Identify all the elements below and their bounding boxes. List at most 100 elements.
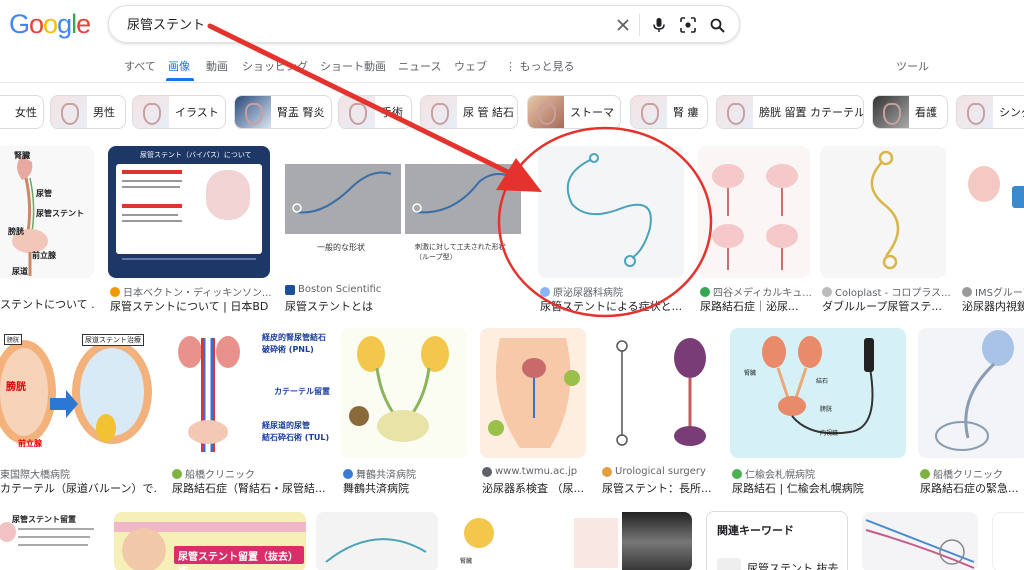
result-thumbnail[interactable] bbox=[918, 328, 1024, 458]
result-source[interactable]: 東国際大橋病院 bbox=[0, 466, 70, 481]
chip-pyelonephritis[interactable]: 腎盂 腎炎 bbox=[234, 95, 332, 129]
result-thumbnail[interactable] bbox=[698, 146, 810, 278]
result-source[interactable]: 四谷メディカルキュ... bbox=[700, 284, 812, 299]
tab-images[interactable]: 画像 bbox=[168, 58, 190, 74]
image-result[interactable]: 船橋クリニック 尿路結石症の緊急... bbox=[918, 328, 1024, 498]
result-source[interactable]: 船橋クリニック bbox=[920, 466, 1003, 481]
tab-short-videos[interactable]: ショート動画 bbox=[320, 58, 386, 74]
tab-videos[interactable]: 動画 bbox=[206, 58, 228, 74]
result-source[interactable]: 日本ベクトン・ディッキンソン... bbox=[110, 284, 272, 299]
image-result[interactable]: 膀胱 尿道ステント治療 膀胱 前立腺 東国際大橋病院 カテーテル（尿道バルーン）… bbox=[0, 328, 156, 498]
image-result[interactable]: 四谷メディカルキュ... 尿路結石症｜泌尿... bbox=[698, 146, 812, 316]
result-title[interactable]: 舞鶴共済病院 bbox=[343, 480, 467, 496]
google-logo[interactable]: Google bbox=[9, 9, 91, 40]
result-thumbnail[interactable] bbox=[480, 328, 586, 458]
image-result[interactable]: 尿管ステント（バイパス）について 日本ベクトン・ディッキンソン... 尿管ステン… bbox=[108, 146, 272, 316]
tab-more[interactable]: ⋮ もっと見る bbox=[505, 58, 575, 74]
result-source[interactable]: 原泌尿器科病院 bbox=[540, 284, 623, 299]
result-title[interactable]: 尿管ステントによる症状と... bbox=[540, 298, 684, 314]
image-result[interactable]: 腎臓 bbox=[452, 512, 558, 570]
result-source[interactable]: IMSグループ bbox=[962, 284, 1024, 299]
image-result[interactable]: Coloplast - コロプラス... ダブルループ尿管ステ... bbox=[820, 146, 951, 316]
result-title[interactable]: 尿管ステント：長所... bbox=[602, 480, 716, 496]
result-thumbnail[interactable] bbox=[600, 328, 716, 458]
tab-shopping[interactable]: ショッピング bbox=[242, 58, 308, 74]
result-thumbnail[interactable] bbox=[538, 146, 684, 278]
result-source[interactable]: 舞鶴共済病院 bbox=[343, 466, 416, 481]
tab-web[interactable]: ウェブ bbox=[454, 58, 487, 74]
chip-single[interactable]: シング bbox=[956, 95, 1024, 129]
result-title[interactable]: ステントについて ... bbox=[0, 296, 94, 312]
result-thumbnail[interactable]: 一般的な形状 刺激に対して工夫された形状（ループ型） bbox=[283, 146, 523, 278]
search-input[interactable]: 尿管ステント bbox=[127, 14, 205, 33]
source-name: 原泌尿器科病院 bbox=[553, 288, 623, 299]
result-source[interactable]: Boston Scientific bbox=[285, 284, 381, 295]
result-thumbnail[interactable] bbox=[960, 146, 1024, 278]
image-result[interactable]: 尿管ステント留置 bbox=[0, 512, 102, 570]
chip-nursing[interactable]: 看護 bbox=[872, 95, 948, 129]
camera-lens-icon[interactable] bbox=[678, 15, 698, 35]
result-title[interactable]: 尿路結石 | 仁楡会札幌病院 bbox=[732, 480, 906, 496]
result-thumbnail[interactable]: 腎臓 bbox=[452, 512, 558, 570]
search-box[interactable]: 尿管ステント bbox=[108, 5, 740, 43]
image-result[interactable]: IMSグループ 泌尿器内視鏡 bbox=[960, 146, 1024, 316]
result-source[interactable]: Coloplast - コロプラス... bbox=[822, 284, 951, 299]
result-thumbnail[interactable] bbox=[316, 512, 438, 570]
result-thumbnail[interactable] bbox=[992, 512, 1024, 570]
result-title[interactable]: 尿路結石症の緊急... bbox=[920, 480, 1024, 496]
result-title[interactable]: 尿管ステントについて | 日本BD bbox=[110, 298, 270, 314]
image-result[interactable]: 腎臓 結石 膀胱 内視鏡 仁楡会札幌病院 尿路結石 | 仁楡会札幌病院 bbox=[730, 328, 906, 498]
result-title[interactable]: 尿路結石症｜泌尿... bbox=[700, 298, 810, 314]
result-source[interactable]: www.twmu.ac.jp bbox=[482, 466, 577, 477]
chip-stoma[interactable]: ストーマ bbox=[527, 95, 621, 129]
result-title[interactable]: 泌尿器内視鏡 bbox=[962, 298, 1024, 314]
chip-female[interactable]: 女性 bbox=[0, 95, 44, 129]
result-thumbnail[interactable]: 経皮的腎尿管結石 破砕術 (PNL) カテーテル留置 経尿道的尿管 結石砕石術 … bbox=[170, 328, 330, 458]
result-source[interactable]: Urological surgery bbox=[602, 466, 706, 477]
image-result[interactable]: Urological surgery 尿管ステント：長所... bbox=[600, 328, 716, 498]
chip-male[interactable]: 男性 bbox=[50, 95, 126, 129]
tab-all[interactable]: すべて bbox=[124, 58, 156, 74]
result-title[interactable]: ダブルループ尿管ステ... bbox=[822, 298, 946, 314]
result-title[interactable]: 泌尿器系検査 （尿... bbox=[482, 480, 586, 496]
image-result[interactable]: 経皮的腎尿管結石 破砕術 (PNL) カテーテル留置 経尿道的尿管 結石砕石術 … bbox=[170, 328, 330, 498]
search-icon[interactable] bbox=[707, 15, 727, 35]
image-result[interactable]: 原泌尿器科病院 尿管ステントによる症状と... bbox=[538, 146, 684, 316]
result-thumbnail[interactable] bbox=[862, 512, 978, 570]
result-title[interactable]: 尿管ステントとは bbox=[285, 298, 515, 314]
chip-illustration[interactable]: イラスト bbox=[132, 95, 226, 129]
result-thumbnail[interactable]: 尿管ステント留置（抜去）術 bbox=[114, 512, 306, 570]
clear-icon[interactable] bbox=[613, 15, 633, 35]
image-result[interactable]: 尿管ステント留置（抜去）術 bbox=[114, 512, 306, 570]
result-thumbnail[interactable]: 尿管ステント（バイパス）について bbox=[108, 146, 270, 278]
chip-bladder-catheter[interactable]: 膀胱 留置 カテーテル bbox=[716, 95, 864, 129]
image-result[interactable] bbox=[572, 512, 692, 570]
result-thumbnail[interactable]: 尿管ステント留置 bbox=[0, 512, 102, 570]
related-keywords-card[interactable]: 関連キーワード 尿管ステント 抜去 bbox=[706, 511, 848, 570]
image-result[interactable]: 腎臓 尿管 尿管ステント 膀胱 前立腺 尿道 ステントについて ... bbox=[0, 146, 94, 316]
chip-nephrostomy[interactable]: 腎 瘻 bbox=[630, 95, 708, 129]
chip-ureteral-stone[interactable]: 尿 管 結石 bbox=[420, 95, 518, 129]
chip-surgery[interactable]: 手術 bbox=[338, 95, 412, 129]
image-result[interactable] bbox=[992, 512, 1024, 570]
tab-news[interactable]: ニュース bbox=[398, 58, 441, 74]
result-thumbnail[interactable] bbox=[341, 328, 467, 458]
image-result[interactable]: 一般的な形状 刺激に対して工夫された形状（ループ型） Boston Scient… bbox=[283, 146, 523, 316]
result-thumbnail[interactable]: 膀胱 尿道ステント治療 膀胱 前立腺 bbox=[0, 328, 156, 458]
result-thumbnail[interactable] bbox=[820, 146, 946, 278]
result-title[interactable]: 尿路結石症（腎結石・尿管結... bbox=[172, 480, 330, 496]
result-source[interactable]: 仁楡会札幌病院 bbox=[732, 466, 815, 481]
result-title[interactable]: カテーテル（尿道バルーン）で... bbox=[0, 480, 156, 496]
related-keyword-item[interactable]: 尿管ステント 抜去 bbox=[717, 558, 839, 570]
image-result[interactable] bbox=[316, 512, 438, 570]
result-source[interactable]: 船橋クリニック bbox=[172, 466, 255, 481]
image-result[interactable]: www.twmu.ac.jp 泌尿器系検査 （尿... bbox=[480, 328, 586, 498]
result-thumbnail[interactable]: 腎臓 結石 膀胱 内視鏡 bbox=[730, 328, 906, 458]
image-result[interactable]: 舞鶴共済病院 舞鶴共済病院 bbox=[341, 328, 467, 498]
result-thumbnail[interactable]: 腎臓 尿管 尿管ステント 膀胱 前立腺 尿道 bbox=[0, 146, 94, 278]
tools-button[interactable]: ツール bbox=[896, 58, 929, 74]
microphone-icon[interactable] bbox=[649, 15, 669, 35]
image-result[interactable] bbox=[862, 512, 978, 570]
result-thumbnail[interactable] bbox=[572, 512, 692, 570]
favicon-icon bbox=[540, 286, 550, 297]
